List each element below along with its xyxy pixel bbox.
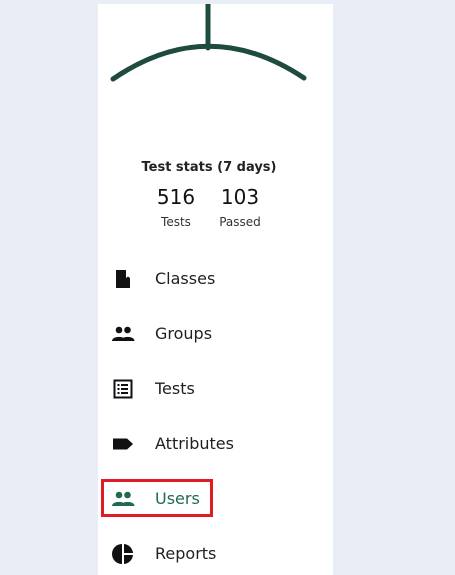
nav-label-tests: Tests xyxy=(155,379,195,398)
book-icon xyxy=(116,270,130,288)
tests-label: Tests xyxy=(161,215,191,229)
stat-tests: 516 Tests xyxy=(154,185,198,229)
nav-item-attributes[interactable]: Attributes xyxy=(98,427,333,461)
pie-chart-icon xyxy=(112,544,133,564)
nav-label-classes: Classes xyxy=(155,269,216,288)
users-icon xyxy=(112,491,135,506)
logo-icon xyxy=(110,4,307,82)
sidebar: Test stats (7 days) 516 Tests 103 Passed… xyxy=(98,4,333,575)
nav-label-groups: Groups xyxy=(155,324,213,343)
people-icon xyxy=(112,326,135,341)
nav-label-reports: Reports xyxy=(155,544,217,563)
nav-item-tests[interactable]: Tests xyxy=(98,372,333,406)
passed-count: 103 xyxy=(220,185,260,209)
stats-title: Test stats (7 days) xyxy=(141,160,277,175)
tests-count: 516 xyxy=(156,185,196,209)
label-icon xyxy=(113,438,133,450)
stat-passed: 103 Passed xyxy=(214,185,266,229)
passed-label: Passed xyxy=(219,215,261,229)
nav-label-users: Users xyxy=(155,489,200,508)
nav-item-classes[interactable]: Classes xyxy=(98,262,333,296)
nav-label-attributes: Attributes xyxy=(155,434,234,453)
nav-item-users[interactable]: Users xyxy=(98,482,333,516)
list-icon xyxy=(113,379,133,399)
nav-item-reports[interactable]: Reports xyxy=(98,537,333,571)
nav-item-groups[interactable]: Groups xyxy=(98,317,333,351)
